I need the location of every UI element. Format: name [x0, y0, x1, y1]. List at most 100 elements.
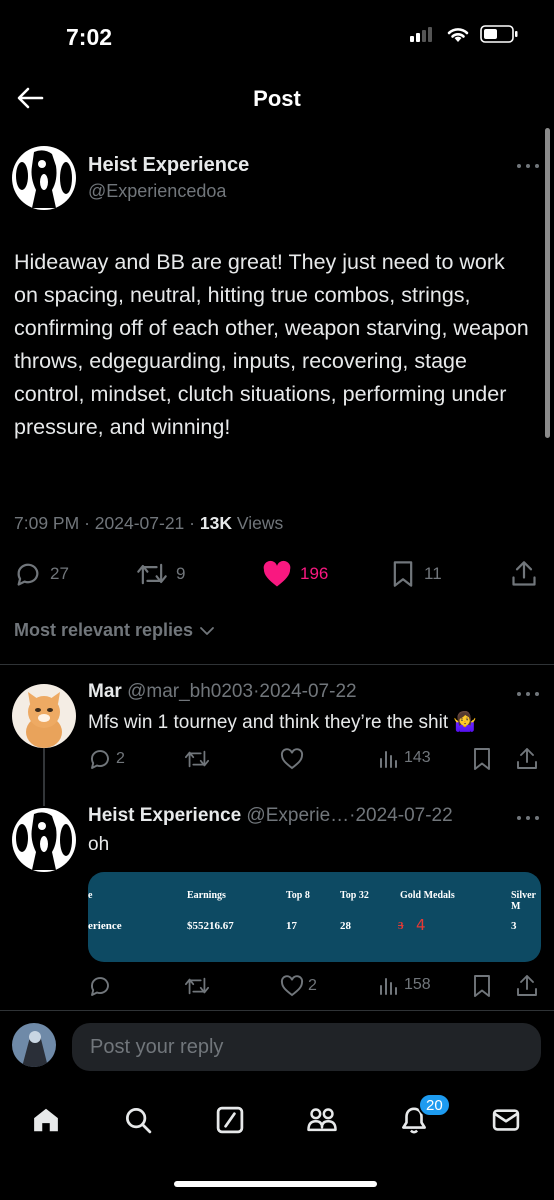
table-cell: 28 — [340, 920, 351, 932]
reply-author-handle[interactable]: @mar_bh0203 — [127, 681, 253, 702]
reply-bookmark-button[interactable] — [472, 974, 492, 998]
reply-more-button[interactable] — [514, 686, 542, 702]
reply-repost-button[interactable] — [184, 974, 210, 998]
meta-separator: · — [189, 513, 200, 533]
author-avatar[interactable] — [12, 146, 76, 210]
bookmark-count: 11 — [424, 564, 442, 583]
views-label: Views — [236, 513, 284, 533]
heart-filled-icon — [263, 560, 291, 587]
dot — [526, 692, 530, 696]
attached-image[interactable]: e Earnings Top 8 Top 32 Gold Medals Silv… — [88, 872, 541, 962]
status-time: 7:02 — [66, 24, 113, 50]
bookmark-icon — [474, 748, 490, 770]
status-bar: 7:02 — [0, 0, 554, 70]
table-header: Gold Medals — [400, 890, 455, 901]
heart-icon — [280, 748, 304, 770]
tab-communities[interactable] — [302, 1100, 342, 1140]
share-icon — [517, 748, 537, 769]
like-count: 196 — [300, 564, 329, 583]
tab-messages[interactable] — [486, 1100, 526, 1140]
reply-avatar[interactable] — [12, 684, 76, 748]
replies-sort-dropdown[interactable]: Most relevant replies — [14, 620, 215, 641]
communities-icon — [307, 1108, 337, 1132]
reply-author-name[interactable]: Mar — [88, 681, 122, 702]
table-header: Silver M — [511, 890, 536, 912]
status-icons — [410, 25, 518, 43]
reply-views-button[interactable]: 158 — [378, 974, 431, 996]
reply-avatar[interactable] — [12, 808, 76, 872]
reply-input[interactable]: Post your reply — [72, 1023, 541, 1071]
reply-reply-button[interactable]: 2 — [88, 747, 125, 771]
share-button[interactable] — [511, 560, 537, 588]
reply-author-name[interactable]: Heist Experience — [88, 805, 241, 826]
tab-grok[interactable] — [210, 1100, 250, 1140]
dot — [526, 816, 530, 820]
like-button[interactable]: 196 — [262, 560, 328, 588]
table-header: e — [88, 890, 93, 901]
avatar-image — [12, 1023, 56, 1067]
home-icon — [34, 1108, 58, 1132]
repost-count: 9 — [176, 564, 186, 583]
reply-views-button[interactable]: 143 — [378, 747, 431, 769]
reply-share-button[interactable] — [516, 974, 538, 998]
views-count: 13K — [199, 513, 232, 533]
bookmark-button[interactable]: 11 — [390, 560, 442, 588]
reply-button[interactable]: 27 — [14, 560, 69, 588]
tab-home[interactable] — [26, 1100, 66, 1140]
bookmark-icon — [393, 561, 413, 587]
author-handle[interactable]: @Experiencedoa — [88, 181, 226, 202]
cat-avatar-image — [12, 684, 76, 748]
author-name[interactable]: Heist Experience — [88, 154, 249, 177]
share-icon — [512, 561, 536, 586]
reply-text: oh — [88, 834, 110, 855]
wifi-icon — [447, 28, 469, 42]
reply-count: 27 — [50, 564, 69, 583]
signal-icon — [410, 27, 432, 42]
reply-like-button[interactable]: 2 — [280, 974, 317, 998]
bookmark-icon — [474, 975, 490, 997]
chevron-down-icon — [200, 626, 214, 635]
reply-like-button[interactable] — [280, 747, 304, 771]
reply-repost-button[interactable] — [184, 747, 210, 771]
reply-composer: Post your reply — [0, 1010, 554, 1080]
table-cell: erience — [88, 920, 122, 932]
thread-connector — [43, 748, 45, 806]
dot — [517, 816, 521, 820]
views-count: 143 — [404, 749, 431, 766]
scrollbar[interactable] — [545, 128, 550, 438]
views-count: 158 — [404, 976, 431, 993]
reply-author-handle[interactable]: @Experie… — [246, 805, 349, 826]
reply-header: Mar @mar_bh0203·2024-07-22 — [88, 681, 357, 703]
post-meta: 7:09 PM · 2024-07-21 · 13K Views — [14, 513, 283, 534]
table-cell: 17 — [286, 920, 297, 932]
reply-text: Mfs win 1 tourney and think they’re the … — [88, 712, 478, 733]
my-avatar[interactable] — [12, 1023, 56, 1067]
page-title: Post — [253, 86, 301, 111]
reply-reply-button[interactable] — [88, 974, 112, 998]
table-header: Top 32 — [340, 890, 369, 901]
reply-header: Heist Experience @Experie…·2024-07-22 — [88, 805, 453, 827]
dot — [526, 164, 530, 168]
home-indicator — [174, 1181, 377, 1187]
post-time: 7:09 PM — [14, 513, 80, 533]
dot — [535, 816, 539, 820]
more-options-button[interactable] — [514, 158, 542, 174]
table-cell: 3 — [511, 920, 517, 932]
views-chart-icon — [380, 978, 397, 995]
reply-bookmark-button[interactable] — [472, 747, 492, 771]
reply-icon — [91, 750, 109, 769]
mail-icon — [492, 1109, 520, 1131]
grok-icon — [216, 1106, 244, 1134]
reply-share-button[interactable] — [516, 747, 538, 771]
search-icon — [126, 1108, 152, 1134]
repost-button[interactable]: 9 — [136, 560, 185, 588]
reply-more-button[interactable] — [514, 810, 542, 826]
post-date: 2024-07-21 — [94, 513, 185, 533]
table-header: Top 8 — [286, 890, 310, 901]
meta-separator: · — [84, 513, 95, 533]
reply-input-placeholder: Post your reply — [90, 1035, 224, 1058]
divider — [0, 664, 554, 665]
tab-search[interactable] — [118, 1100, 158, 1140]
reply-icon — [91, 977, 109, 996]
reply-date: 2024-07-22 — [355, 805, 453, 826]
